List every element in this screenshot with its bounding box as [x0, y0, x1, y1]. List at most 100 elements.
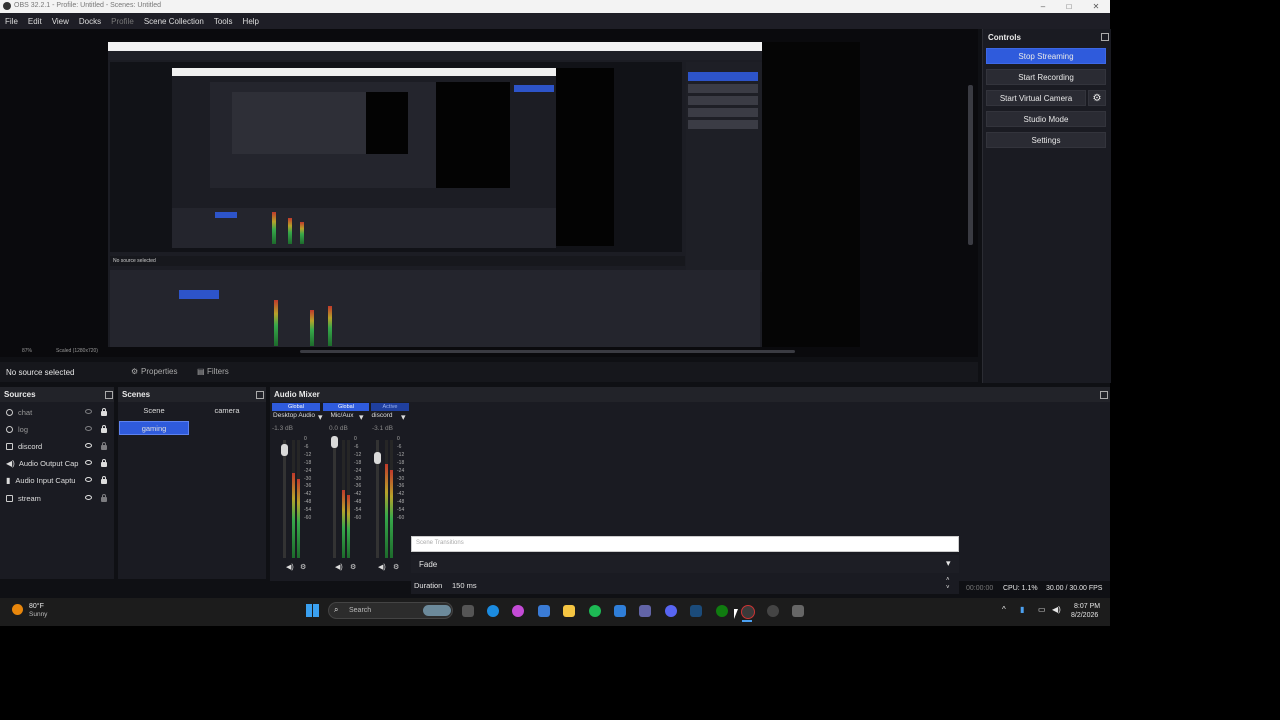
file-explorer-icon[interactable] — [563, 605, 575, 617]
spotify-icon[interactable] — [589, 605, 601, 617]
visibility-eye-icon[interactable] — [85, 460, 92, 465]
channel-settings-icon[interactable]: ⚙ — [350, 563, 356, 571]
volume-fader[interactable] — [283, 440, 286, 558]
mixer-float-icon[interactable] — [1100, 391, 1108, 399]
source-row[interactable]: chat — [6, 404, 32, 420]
store-icon[interactable] — [538, 605, 550, 617]
mute-speaker-icon[interactable]: ◀) — [378, 563, 386, 571]
menu-edit[interactable]: Edit — [23, 17, 47, 26]
start-recording-button[interactable]: Start Recording — [986, 69, 1106, 85]
menu-file[interactable]: File — [0, 17, 23, 26]
menu-scene-collection[interactable]: Scene Collection — [139, 17, 209, 26]
weather-temp[interactable]: 80°F — [29, 603, 44, 610]
channel-settings-icon[interactable]: ⚙ — [393, 563, 399, 571]
scene-item[interactable]: camera — [192, 404, 262, 418]
menu-help[interactable]: Help — [238, 17, 264, 26]
volume-icon[interactable]: ◀) — [1052, 605, 1061, 614]
nested-settings-button — [688, 120, 758, 129]
lock-icon[interactable] — [101, 425, 107, 433]
visibility-eye-icon[interactable] — [85, 426, 92, 431]
lock-icon[interactable] — [101, 442, 107, 450]
studio-mode-button[interactable]: Studio Mode — [986, 111, 1106, 127]
settings-button[interactable]: Settings — [986, 132, 1106, 148]
tray-chevron-icon[interactable]: ^ — [1002, 605, 1006, 614]
menu-docks[interactable]: Docks — [74, 17, 106, 26]
channel-menu-chevron-icon[interactable]: ▾ — [401, 412, 406, 423]
lock-icon[interactable] — [101, 476, 107, 484]
windows-start-icon[interactable] — [306, 604, 319, 617]
level-meter — [347, 440, 350, 558]
steam-icon[interactable] — [690, 605, 702, 617]
menu-profile[interactable]: Profile — [106, 17, 139, 26]
level-meter — [385, 440, 388, 558]
window-title: OBS 32.2.1 - Profile: Untitled - Scenes:… — [14, 2, 162, 9]
task-view-icon[interactable] — [462, 605, 474, 617]
app-icon[interactable] — [792, 605, 804, 617]
duration-input[interactable]: 150 ms — [452, 581, 477, 590]
outlook-icon[interactable] — [614, 605, 626, 617]
active-app-indicator — [742, 620, 752, 622]
volume-fader-knob[interactable] — [281, 444, 288, 456]
channel-name: Mic/Aux — [330, 412, 354, 419]
channel-menu-chevron-icon[interactable]: ▾ — [318, 412, 323, 423]
dock-float-icon[interactable] — [1101, 33, 1109, 41]
filters-button[interactable]: Filters — [207, 367, 229, 376]
visibility-eye-icon[interactable] — [85, 443, 92, 448]
clock-date[interactable]: 8/2/2026 — [1071, 612, 1098, 619]
stepper-down-icon[interactable]: ˅ — [946, 585, 950, 591]
xbox-icon[interactable] — [716, 605, 728, 617]
source-row[interactable]: discord — [6, 438, 42, 454]
volume-fader-knob[interactable] — [331, 436, 338, 448]
visibility-eye-icon[interactable] — [85, 409, 92, 414]
visibility-eye-icon[interactable] — [85, 495, 92, 500]
copilot-icon[interactable] — [512, 605, 524, 617]
mute-speaker-icon[interactable]: ◀) — [286, 563, 294, 571]
obs-taskbar-icon[interactable] — [741, 605, 755, 619]
transition-select[interactable]: Fade ▾ — [411, 555, 959, 573]
start-virtual-camera-button[interactable]: Start Virtual Camera — [986, 90, 1086, 106]
taskbar-search[interactable]: ⌕ Search — [328, 602, 453, 619]
virtual-camera-gear-icon[interactable]: ⚙ — [1088, 90, 1106, 106]
settings-gear-icon[interactable] — [767, 605, 779, 617]
source-row[interactable]: ◀) Audio Output Cap — [6, 455, 78, 471]
channel-menu-chevron-icon[interactable]: ▾ — [359, 412, 364, 423]
sources-float-icon[interactable] — [105, 391, 113, 399]
source-row[interactable]: ▮ Audio Input Captu — [6, 472, 75, 488]
mute-speaker-icon[interactable]: ◀) — [335, 563, 343, 571]
edge-icon[interactable] — [487, 605, 499, 617]
teams-icon[interactable] — [639, 605, 651, 617]
menu-view[interactable]: View — [47, 17, 74, 26]
weather-desc: Sunny — [29, 611, 48, 618]
maximize-button[interactable]: □ — [1056, 0, 1082, 13]
scene-item[interactable]: Scene — [119, 404, 189, 418]
visibility-eye-icon[interactable] — [85, 477, 92, 482]
volume-fader[interactable] — [333, 440, 336, 558]
scenes-float-icon[interactable] — [256, 391, 264, 399]
source-row[interactable]: log — [6, 421, 28, 437]
network-icon[interactable]: ▭ — [1038, 605, 1046, 614]
volume-fader-knob[interactable] — [374, 452, 381, 464]
preview-vertical-scrollbar[interactable] — [968, 85, 973, 245]
source-row[interactable]: stream — [6, 490, 41, 506]
level-meter — [342, 440, 345, 558]
preview-horizontal-scrollbar[interactable] — [300, 350, 795, 353]
weather-sun-icon[interactable] — [12, 604, 23, 615]
clock-time[interactable]: 8:07 PM — [1074, 603, 1100, 610]
channel-settings-icon[interactable]: ⚙ — [300, 563, 306, 571]
discord-icon[interactable] — [665, 605, 677, 617]
stop-streaming-button[interactable]: Stop Streaming — [986, 48, 1106, 64]
stepper-up-icon[interactable]: ˄ — [946, 577, 950, 583]
lock-icon[interactable] — [101, 459, 107, 467]
minimize-button[interactable]: – — [1030, 0, 1056, 13]
nested-meter-b — [310, 310, 314, 346]
menu-tools[interactable]: Tools — [209, 17, 238, 26]
level-meter — [292, 440, 295, 558]
browser-icon — [6, 425, 13, 433]
lock-icon[interactable] — [101, 408, 107, 416]
mic-tray-icon[interactable]: ▮ — [1020, 605, 1024, 614]
scene-item-selected[interactable]: gaming — [119, 421, 189, 435]
properties-button[interactable]: Properties — [141, 367, 177, 376]
close-button[interactable]: ✕ — [1083, 0, 1109, 13]
lock-icon[interactable] — [101, 494, 107, 502]
nested-title-bar — [108, 42, 762, 51]
